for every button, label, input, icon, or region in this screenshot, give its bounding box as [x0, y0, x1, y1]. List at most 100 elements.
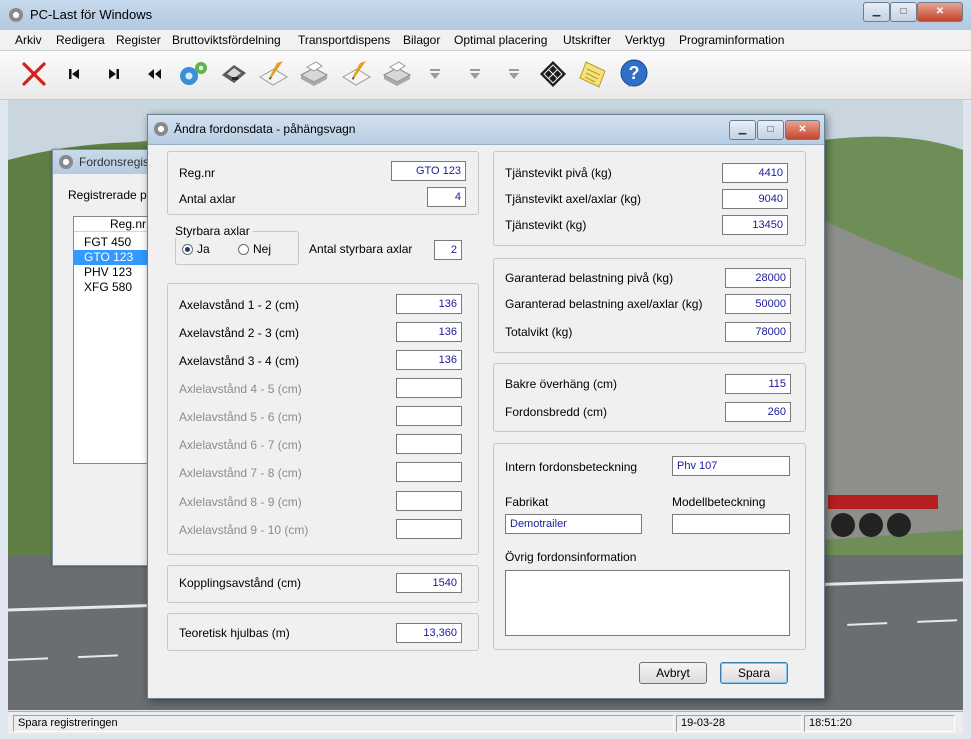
axle-spacing-field-disabled[interactable]	[396, 491, 462, 511]
edit-document-icon[interactable]	[257, 57, 291, 91]
coupling-label: Kopplingsavstånd (cm)	[179, 576, 302, 590]
guaranteed-load-axles-field[interactable]: 50000	[725, 294, 791, 314]
calculator-icon[interactable]	[536, 57, 570, 91]
dialog-close-button[interactable]: ✕	[785, 120, 820, 140]
vehicle-width-field[interactable]: 260	[725, 402, 791, 422]
arrow-down-icon[interactable]	[497, 57, 531, 91]
internal-designation-label: Intern fordonsbeteckning	[505, 460, 638, 474]
toolbar: ?	[0, 51, 971, 100]
help-icon[interactable]: ?	[617, 57, 651, 91]
axle-spacing-group: Axelavstånd 1 - 2 (cm) 136 Axelavstånd 2…	[167, 283, 479, 555]
axles-label: Antal axlar	[179, 192, 236, 206]
print-icon[interactable]	[297, 57, 331, 91]
other-info-label: Övrig fordonsinformation	[505, 550, 637, 564]
menu-arkiv[interactable]: Arkiv	[15, 33, 42, 47]
dialog-maximize-button[interactable]: □	[757, 120, 784, 140]
axle-spacing-field[interactable]: 136	[396, 350, 462, 370]
steerable-yes-radio[interactable]	[182, 244, 193, 255]
internal-designation-field[interactable]: Phv 107	[672, 456, 790, 476]
app-title: PC-Last för Windows	[30, 7, 153, 22]
menu-programinformation[interactable]: Programinformation	[679, 33, 784, 47]
menu-transportdispens[interactable]: Transportdispens	[298, 33, 390, 47]
menu-bar: Arkiv Redigera Register Bruttoviktsförde…	[0, 30, 971, 51]
status-bar: Spara registreringen 19-03-28 18:51:20	[8, 711, 963, 734]
print-icon[interactable]	[380, 57, 414, 91]
axle-spacing-field-disabled[interactable]	[396, 462, 462, 482]
dialog-title: Ändra fordonsdata - påhängsvagn	[174, 122, 356, 136]
make-label: Fabrikat	[505, 495, 549, 509]
menu-bilagor[interactable]: Bilagor	[403, 33, 440, 47]
reg-number-field[interactable]: GTO 123	[391, 161, 466, 181]
edit-document-icon[interactable]	[340, 57, 374, 91]
axle-spacing-field-disabled[interactable]	[396, 378, 462, 398]
edit-vehicle-dialog: Ändra fordonsdata - påhängsvagn ▁ □ ✕ Re…	[147, 114, 825, 699]
axle-spacing-field-disabled[interactable]	[396, 434, 462, 454]
total-weight-field[interactable]: 78000	[725, 322, 791, 342]
axle-spacing-label-disabled: Axlelavstånd 5 - 6 (cm)	[179, 410, 302, 424]
vehicle-info-group: Intern fordonsbeteckning Phv 107 Fabrika…	[493, 443, 806, 650]
status-message: Spara registreringen	[13, 715, 674, 732]
cancel-button[interactable]: Avbryt	[639, 662, 707, 684]
dialog-title-bar: Ändra fordonsdata - påhängsvagn ▁ □ ✕	[148, 115, 824, 145]
menu-redigera[interactable]: Redigera	[56, 33, 105, 47]
axle-spacing-field-disabled[interactable]	[396, 406, 462, 426]
model-field[interactable]	[672, 514, 790, 534]
coupling-distance-field[interactable]: 1540	[396, 573, 462, 593]
steerable-no-radio[interactable]	[238, 244, 249, 255]
guaranteed-load-pivot-field[interactable]: 28000	[725, 268, 791, 288]
notes-icon[interactable]	[576, 57, 610, 91]
save-disk-icon[interactable]	[217, 57, 251, 91]
arrow-down-icon[interactable]	[458, 57, 492, 91]
last-record-icon[interactable]	[97, 57, 131, 91]
settings-gears-icon[interactable]	[176, 57, 210, 91]
window-gear-icon	[59, 155, 73, 169]
axle-spacing-field[interactable]: 136	[396, 322, 462, 342]
reg-label: Reg.nr	[179, 166, 216, 180]
maximize-button[interactable]: □	[890, 2, 917, 22]
wheelbase-label: Teoretisk hjulbas (m)	[179, 626, 290, 640]
menu-utskrifter[interactable]: Utskrifter	[563, 33, 611, 47]
steerable-count-field[interactable]: 2	[434, 240, 462, 260]
axle-spacing-field[interactable]: 136	[396, 294, 462, 314]
model-label: Modellbeteckning	[672, 495, 766, 509]
vehicle-width-label: Fordonsbredd (cm)	[505, 405, 608, 419]
wheelbase-group: Teoretisk hjulbas (m) 13,360	[167, 613, 479, 651]
close-button[interactable]: ✕	[917, 2, 963, 22]
axle-spacing-label-disabled: Axlelavstånd 9 - 10 (cm)	[179, 523, 309, 537]
save-button[interactable]: Spara	[720, 662, 788, 684]
axle-spacing-label-disabled: Axlelavstånd 7 - 8 (cm)	[179, 466, 302, 480]
menu-register[interactable]: Register	[116, 33, 161, 47]
dimensions-group: Bakre överhäng (cm) 115 Fordonsbredd (cm…	[493, 363, 806, 432]
service-weight-pivot-field[interactable]: 4410	[722, 163, 788, 183]
menu-bruttoviktsfordelning[interactable]: Bruttoviktsfördelning	[172, 33, 281, 47]
axle-spacing-field-disabled[interactable]	[396, 519, 462, 539]
axle-spacing-label: Axelavstånd 1 - 2 (cm)	[179, 298, 300, 312]
previous-record-icon[interactable]	[137, 57, 171, 91]
close-x-icon[interactable]	[17, 57, 51, 91]
axle-spacing-label-disabled: Axlelavstånd 6 - 7 (cm)	[179, 438, 302, 452]
service-weight-label: Tjänstevikt (kg)	[505, 218, 587, 232]
other-info-textarea[interactable]	[505, 570, 790, 636]
minimize-button[interactable]: ▁	[863, 2, 890, 22]
axles-count-field[interactable]: 4	[427, 187, 466, 207]
svg-text:?: ?	[629, 63, 640, 83]
service-weight-axles-field[interactable]: 9040	[722, 189, 788, 209]
app-gear-icon	[9, 8, 23, 22]
menu-verktyg[interactable]: Verktyg	[625, 33, 665, 47]
rear-overhang-label: Bakre överhäng (cm)	[505, 377, 618, 391]
arrow-down-icon[interactable]	[418, 57, 452, 91]
status-time: 18:51:20	[804, 715, 955, 732]
steerable-no-label: Nej	[253, 242, 272, 256]
make-field[interactable]: Demotrailer	[505, 514, 642, 534]
first-record-icon[interactable]	[57, 57, 91, 91]
service-weight-label: Tjänstevikt pivå (kg)	[505, 166, 612, 180]
dialog-minimize-button[interactable]: ▁	[729, 120, 756, 140]
service-weight-group: Tjänstevikt pivå (kg) 4410 Tjänstevikt a…	[493, 151, 806, 246]
steerable-count-label: Antal styrbara axlar	[309, 242, 413, 256]
service-weight-total-field[interactable]: 13450	[722, 215, 788, 235]
rear-overhang-field[interactable]: 115	[725, 374, 791, 394]
service-weight-label: Tjänstevikt axel/axlar (kg)	[505, 192, 642, 206]
menu-optimal-placering[interactable]: Optimal placering	[454, 33, 547, 47]
total-weight-label: Totalvikt (kg)	[505, 325, 573, 339]
wheelbase-field[interactable]: 13,360	[396, 623, 462, 643]
